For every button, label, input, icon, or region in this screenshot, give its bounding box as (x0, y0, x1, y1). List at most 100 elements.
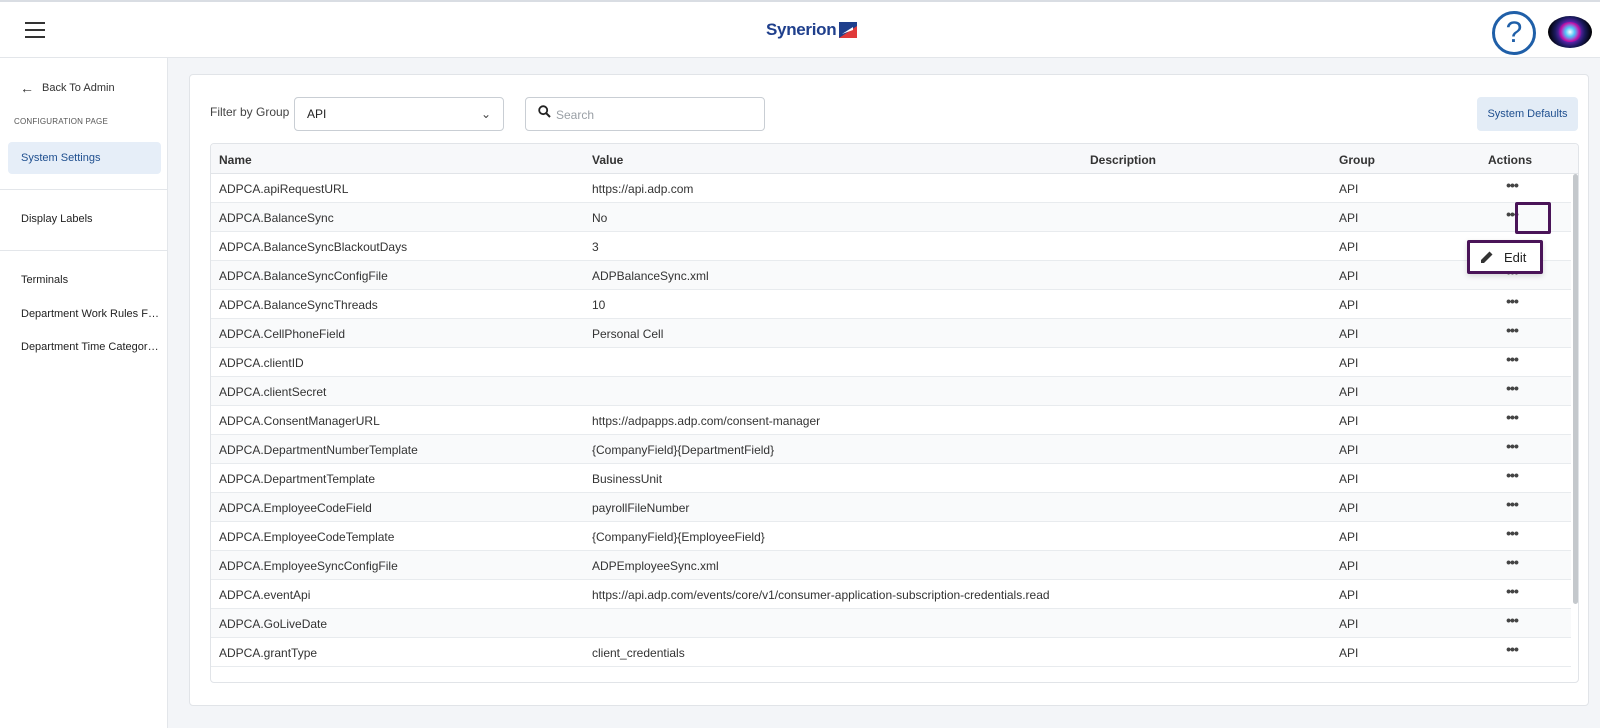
cell-group: API (1339, 327, 1359, 341)
cell-value: {CompanyField}{EmployeeField} (592, 530, 765, 544)
cell-group: API (1339, 501, 1359, 515)
group-filter-select[interactable]: API ⌄ (294, 97, 504, 131)
table-header: Name Value Description Group Actions (211, 144, 1578, 174)
cell-name: ADPCA.BalanceSync (219, 211, 334, 225)
search-input[interactable]: Search (525, 97, 765, 131)
search-placeholder: Search (556, 108, 595, 122)
cell-value: ADPBalanceSync.xml (592, 269, 709, 283)
sidebar-item-terminals[interactable]: Terminals (8, 264, 161, 296)
divider (0, 189, 168, 190)
cell-value: {CompanyField}{DepartmentField} (592, 443, 775, 457)
logo: Synerion (766, 20, 858, 40)
column-header-value[interactable]: Value (592, 153, 623, 167)
cell-value: No (592, 211, 608, 225)
table-row[interactable]: ADPCA.eventApi https://api.adp.com/events… (211, 580, 1571, 609)
more-actions-icon[interactable]: ••• (1501, 178, 1523, 198)
cell-name: ADPCA.BalanceSyncConfigFile (219, 269, 388, 283)
cell-name: ADPCA.clientID (219, 356, 304, 370)
more-actions-icon[interactable]: ••• (1501, 642, 1523, 662)
more-actions-icon[interactable]: ••• (1501, 439, 1523, 459)
chevron-down-icon: ⌄ (480, 107, 491, 121)
cell-value: ADPEmployeeSync.xml (592, 559, 719, 573)
scrollbar[interactable] (1573, 174, 1578, 604)
cell-name: ADPCA.EmployeeCodeTemplate (219, 530, 395, 544)
table-row[interactable]: ADPCA.apiRequestURL https://api.adp.com AP… (211, 174, 1571, 203)
top-bar: Synerion ? (0, 0, 1600, 58)
table-row[interactable]: ADPCA.BalanceSyncBlackoutDays3API••• (211, 232, 1571, 261)
table-row[interactable]: ADPCA.BalanceSyncConfigFile ADPBalanceSyn… (211, 261, 1571, 290)
cell-group: API (1339, 385, 1359, 399)
table-row[interactable]: ADPCA.BalanceSyncThreads 10 API ••• (211, 290, 1571, 319)
table-body: ADPCA.apiRequestURL https://api.adp.com AP… (211, 174, 1571, 667)
more-actions-icon[interactable]: ••• (1501, 468, 1523, 488)
more-actions-icon[interactable]: ••• (1501, 584, 1523, 604)
cell-group: API (1339, 588, 1359, 602)
cell-name: ADPCA.DepartmentNumberTemplate (219, 443, 418, 457)
more-actions-icon[interactable]: ••• (1501, 207, 1523, 227)
divider (0, 250, 168, 251)
more-actions-icon[interactable]: ••• (1501, 555, 1523, 575)
cell-name: ADPCA.clientSecret (219, 385, 327, 399)
cell-group: API (1339, 617, 1359, 631)
more-actions-icon[interactable]: ••• (1501, 352, 1523, 372)
cell-value: payrollFileNumber (592, 501, 690, 515)
more-actions-icon[interactable]: ••• (1501, 381, 1523, 401)
cell-value: Personal Cell (592, 327, 664, 341)
settings-table: Name Value Description Group Actions ADP… (210, 143, 1579, 683)
cell-value: 10 (592, 298, 606, 312)
sidebar-item-dept-work-rules[interactable]: Department Work Rules Filt... (8, 298, 161, 330)
cell-name: ADPCA.CellPhoneField (219, 327, 346, 341)
cell-value: BusinessUnit (592, 472, 663, 486)
column-header-group[interactable]: Group (1339, 153, 1375, 167)
avatar[interactable] (1548, 16, 1592, 48)
filter-label: Filter by Group (210, 105, 290, 119)
more-actions-icon[interactable]: ••• (1501, 323, 1523, 343)
arrow-left-icon: ← (20, 80, 34, 96)
system-defaults-button[interactable]: System Defaults (1477, 97, 1578, 131)
more-actions-icon[interactable]: ••• (1501, 526, 1523, 546)
table-row[interactable]: ADPCA.DepartmentTemplate BusinessUnit API •… (211, 464, 1571, 493)
table-row[interactable]: ADPCA.CellPhoneField Personal Cell API ••• (211, 319, 1571, 348)
table-row[interactable]: ADPCA.EmployeeSyncConfigFile ADPEmployeeS… (211, 551, 1571, 580)
cell-group: API (1339, 530, 1359, 544)
back-to-admin-link[interactable]: ← Back To Admin (20, 80, 115, 96)
cell-name: ADPCA.apiRequestURL (219, 182, 349, 196)
table-row[interactable]: ADPCA.grantType client_credentials API ••• (211, 638, 1571, 667)
cell-name: ADPCA.GoLiveDate (219, 617, 328, 631)
cell-group: API (1339, 182, 1359, 196)
table-row[interactable]: ADPCA.EmployeeCodeTemplate {CompanyField}… (211, 522, 1571, 551)
pencil-icon (1481, 251, 1493, 263)
column-header-description[interactable]: Description (1090, 153, 1156, 167)
more-actions-icon[interactable]: ••• (1501, 613, 1523, 633)
sidebar-item-dept-time-category[interactable]: Department Time Category ... (8, 331, 161, 363)
column-header-actions: Actions (1488, 153, 1533, 167)
cell-value: client_credentials (592, 646, 685, 660)
cell-group: API (1339, 298, 1359, 312)
back-label: Back To Admin (42, 82, 115, 94)
table-row[interactable]: ADPCA.clientSecret API ••• (211, 377, 1571, 406)
table-row[interactable]: ADPCA.BalanceSync No API ••• (211, 203, 1571, 232)
more-actions-icon[interactable]: ••• (1501, 497, 1523, 517)
sidebar-item-system-settings[interactable]: System Settings (8, 142, 161, 174)
cell-name: ADPCA.BalanceSyncThreads (219, 298, 378, 312)
table-row[interactable]: ADPCA.ConsentManagerURL https://adpapps.a… (211, 406, 1571, 435)
more-actions-icon[interactable]: ••• (1501, 294, 1523, 314)
menu-icon[interactable] (25, 22, 45, 38)
sidebar-item-display-labels[interactable]: Display Labels (8, 203, 161, 235)
table-row[interactable]: ADPCA.clientID API ••• (211, 348, 1571, 377)
group-filter-value: API (307, 107, 327, 121)
cell-name: ADPCA.EmployeeSyncConfigFile (219, 559, 398, 573)
settings-card: Filter by Group API ⌄ Search System Defa… (189, 74, 1589, 706)
table-row[interactable]: ADPCA.EmployeeCodeField payrollFileNumber… (211, 493, 1571, 522)
cell-group: API (1339, 559, 1359, 573)
more-actions-icon[interactable]: ••• (1501, 410, 1523, 430)
column-header-name[interactable]: Name (219, 153, 252, 167)
cell-group: API (1339, 211, 1359, 225)
table-row[interactable]: ADPCA.DepartmentNumberTemplate {CompanyFi… (211, 435, 1571, 464)
cell-name: ADPCA.ConsentManagerURL (219, 414, 380, 428)
edit-menu-item[interactable]: Edit (1467, 240, 1543, 274)
help-button[interactable]: ? (1492, 11, 1536, 55)
edit-label: Edit (1504, 249, 1527, 265)
cell-group: API (1339, 356, 1359, 370)
table-row[interactable]: ADPCA.GoLiveDate API ••• (211, 609, 1571, 638)
